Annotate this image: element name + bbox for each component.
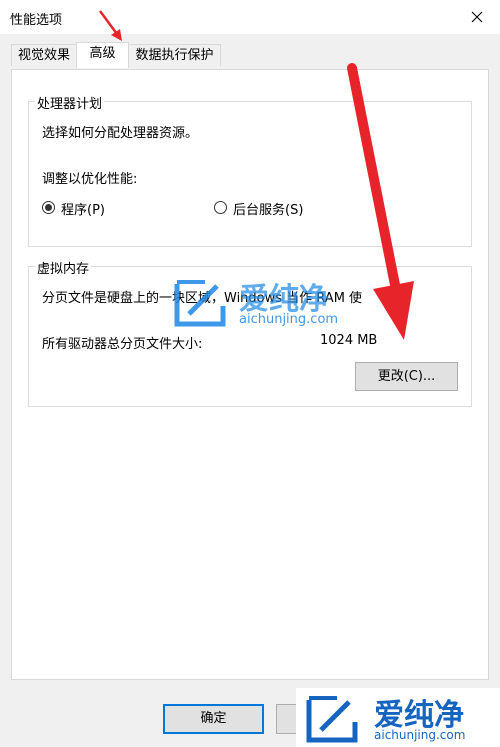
annotation-arrows — [98, 10, 414, 340]
tab-label: 高级 — [89, 46, 116, 61]
arrow-small-icon — [98, 10, 122, 41]
tab-advanced[interactable]: 高级 — [76, 42, 129, 68]
arrow-large-icon — [347, 63, 414, 340]
